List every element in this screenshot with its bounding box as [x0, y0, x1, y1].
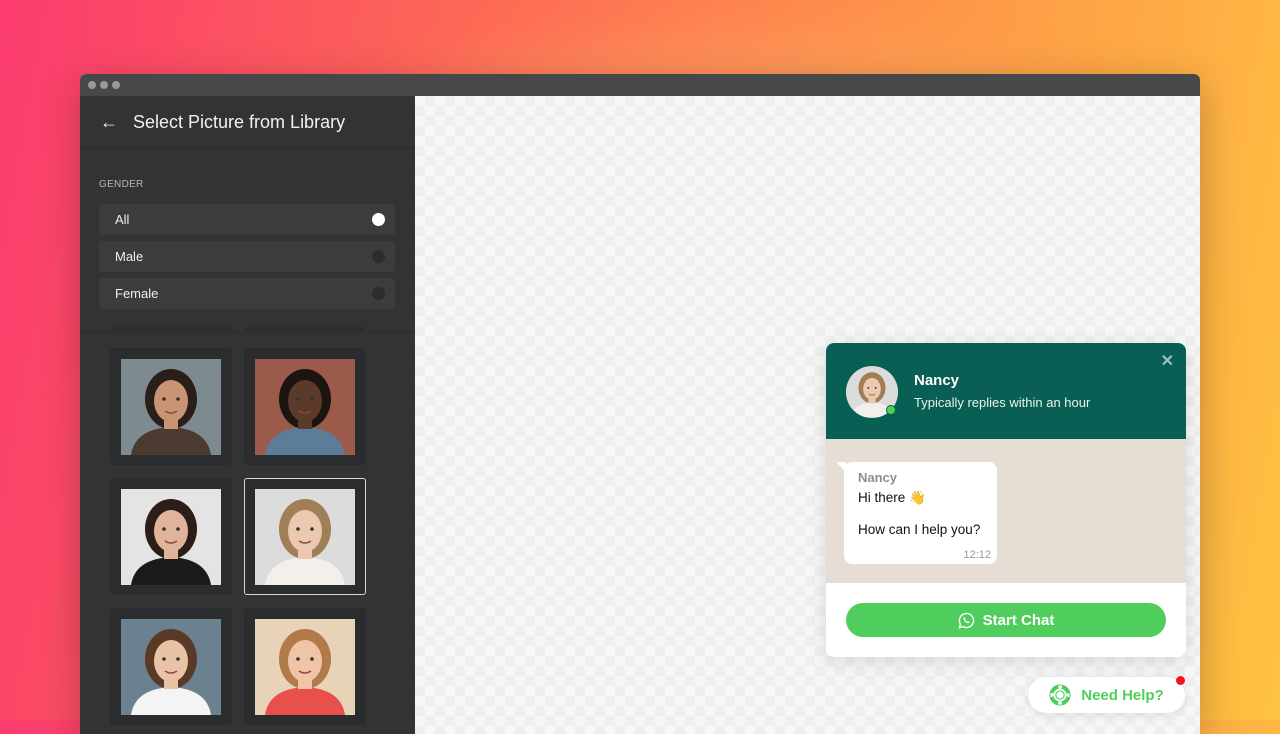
portrait-image — [255, 488, 355, 585]
gender-option-male[interactable]: Male — [99, 241, 395, 272]
option-label: Female — [115, 286, 159, 301]
chat-body: Nancy Hi there 👋 How can I help you? 12:… — [826, 439, 1186, 583]
portrait-image — [121, 618, 221, 715]
photo-grid — [110, 348, 366, 725]
chat-header: Nancy Typically replies within an hour ✕ — [826, 343, 1186, 439]
panel-title: Select Picture from Library — [133, 111, 346, 132]
photo-tile[interactable] — [110, 608, 232, 725]
portrait-image — [121, 488, 221, 585]
portrait-image — [255, 358, 355, 455]
photo-tile[interactable] — [244, 478, 366, 595]
gender-label: GENDER — [99, 179, 144, 190]
photo-tile-partial — [244, 327, 366, 331]
notification-dot — [1176, 676, 1185, 685]
whatsapp-icon — [958, 612, 974, 629]
close-icon[interactable]: ✕ — [1161, 351, 1174, 371]
gender-option-female[interactable]: Female — [99, 278, 395, 309]
chat-widget: Nancy Typically replies within an hour ✕… — [826, 343, 1186, 657]
gender-option-all[interactable]: All — [99, 204, 395, 235]
divider — [80, 332, 415, 333]
portrait-image — [255, 618, 355, 715]
start-chat-label: Start Chat — [982, 611, 1055, 629]
message-line: Hi there 👋 — [858, 490, 926, 505]
lifebuoy-icon — [1049, 684, 1071, 706]
arrow-left-icon[interactable]: ← — [100, 112, 118, 133]
need-help-label: Need Help? — [1081, 686, 1164, 704]
radio-button[interactable] — [372, 250, 385, 263]
window-control-minimize[interactable] — [100, 81, 108, 89]
radio-button[interactable] — [372, 287, 385, 300]
portrait-image — [121, 358, 221, 455]
panel-header: ← Select Picture from Library — [80, 96, 415, 149]
photo-tile[interactable] — [110, 348, 232, 465]
message-line: How can I help you? — [858, 522, 981, 537]
message-bubble: Nancy Hi there 👋 How can I help you? 12:… — [836, 462, 997, 564]
agent-status: Typically replies within an hour — [914, 395, 1091, 410]
online-indicator — [886, 405, 896, 415]
message-time: 12:12 — [963, 549, 991, 561]
option-label: Male — [115, 249, 144, 264]
need-help-button[interactable]: Need Help? — [1028, 677, 1185, 713]
photo-tile[interactable] — [244, 348, 366, 465]
picture-library-panel: ← Select Picture from Library GENDER All… — [80, 96, 415, 734]
radio-button[interactable] — [372, 213, 385, 226]
start-chat-button[interactable]: Start Chat — [846, 603, 1166, 637]
window-control-maximize[interactable] — [112, 81, 120, 89]
photo-tile-partial — [110, 327, 232, 331]
message-sender: Nancy — [858, 470, 898, 485]
photo-tile[interactable] — [110, 478, 232, 595]
photo-tile[interactable] — [244, 608, 366, 725]
window-control-close[interactable] — [88, 81, 96, 89]
title-bar — [80, 74, 1200, 96]
option-label: All — [115, 212, 130, 227]
agent-name: Nancy — [914, 372, 960, 389]
